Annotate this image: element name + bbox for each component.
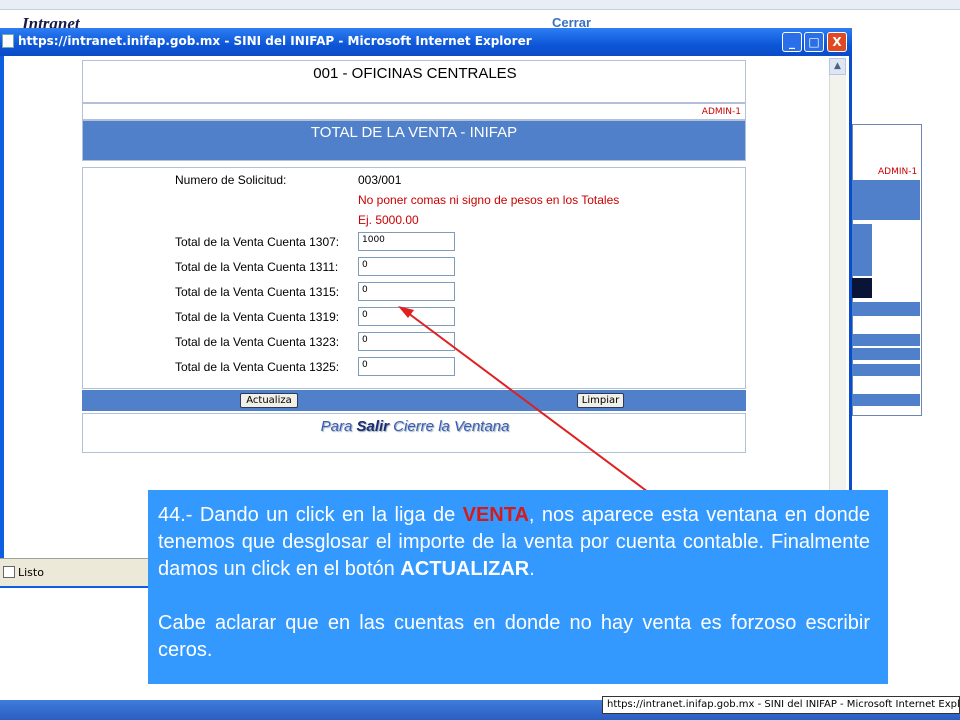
- footer-panel: Para Salir Cierre la Ventana: [82, 413, 746, 453]
- admin-label: ADMIN-1: [701, 107, 741, 117]
- cuenta-1315-label: Total de la Venta Cuenta 1315:: [175, 285, 340, 299]
- cuenta-1323-input[interactable]: 0: [358, 332, 455, 351]
- background-row: [852, 394, 920, 406]
- background-top-bar: [0, 0, 960, 10]
- cuenta-1325-input[interactable]: 0: [358, 357, 455, 376]
- status-text: Listo: [18, 566, 44, 579]
- callout-actualizar: ACTUALIZAR: [400, 558, 530, 580]
- solicitud-value: 003/001: [358, 173, 402, 187]
- solicitud-label: Numero de Solicitud:: [175, 173, 287, 187]
- callout-text-c: .: [529, 558, 535, 580]
- background-row: [852, 348, 920, 360]
- cuenta-1319-input[interactable]: 0: [358, 307, 455, 326]
- office-header: 001 - OFICINAS CENTRALES: [82, 60, 746, 103]
- background-row: [852, 334, 920, 346]
- office-title: 001 - OFICINAS CENTRALES: [313, 65, 517, 82]
- cuenta-1315-input[interactable]: 0: [358, 282, 455, 301]
- button-bar: Actualiza Limpiar: [82, 390, 746, 411]
- background-admin-label: ADMIN-1: [878, 167, 918, 177]
- footer-text-post: Cierre la Ventana: [389, 418, 510, 435]
- actualiza-button[interactable]: Actualiza: [240, 393, 298, 408]
- form-header: TOTAL DE LA VENTA - INIFAP: [82, 120, 746, 161]
- cuenta-1311-input[interactable]: 0: [358, 257, 455, 276]
- cuenta-1307-label: Total de la Venta Cuenta 1307:: [175, 235, 340, 249]
- cuenta-1323-label: Total de la Venta Cuenta 1323:: [175, 335, 340, 349]
- callout-venta: VENTA: [462, 504, 529, 526]
- background-row: [852, 302, 920, 316]
- background-side-block: [852, 224, 872, 276]
- window-title: https://intranet.inifap.gob.mx - SINI de…: [18, 34, 532, 48]
- cuenta-1307-input[interactable]: 1000: [358, 232, 455, 251]
- taskbar-window-button[interactable]: https://intranet.inifap.gob.mx - SINI de…: [602, 696, 960, 714]
- callout-paragraph-2: Cabe aclarar que en las cuentas en donde…: [158, 612, 870, 661]
- warning-text: No poner comas ni signo de pesos en los …: [358, 193, 620, 207]
- annotation-callout: 44.- Dando un click en la liga de VENTA,…: [148, 490, 888, 684]
- cuenta-1325-label: Total de la Venta Cuenta 1325:: [175, 360, 340, 374]
- ie-icon: [2, 34, 14, 48]
- footer-salir: Salir: [356, 418, 390, 435]
- callout-paragraph-1: 44.- Dando un click en la liga de VENTA,…: [158, 502, 870, 583]
- limpiar-button[interactable]: Limpiar: [577, 393, 624, 408]
- minimize-button[interactable]: _: [782, 32, 802, 52]
- form-title: TOTAL DE LA VENTA - INIFAP: [310, 124, 518, 141]
- vertical-scrollbar[interactable]: [829, 58, 846, 558]
- close-button[interactable]: X: [827, 32, 847, 52]
- cuenta-1319-label: Total de la Venta Cuenta 1319:: [175, 310, 340, 324]
- maximize-button[interactable]: □: [804, 32, 824, 52]
- footer-message: Para Salir Cierre la Ventana: [83, 418, 747, 435]
- admin-bar: ADMIN-1: [82, 103, 746, 120]
- page-icon: [3, 566, 15, 578]
- cuenta-1311-label: Total de la Venta Cuenta 1311:: [175, 260, 339, 274]
- callout-text-a: 44.- Dando un click en la liga de: [158, 504, 463, 526]
- scroll-up-icon[interactable]: ▲: [829, 58, 846, 75]
- background-dark-block: [852, 278, 872, 298]
- warning-example: Ej. 5000.00: [358, 213, 419, 227]
- footer-text-pre: Para: [320, 418, 357, 435]
- window-titlebar[interactable]: https://intranet.inifap.gob.mx - SINI de…: [0, 28, 852, 56]
- background-row: [852, 364, 920, 376]
- background-header-row: [852, 180, 920, 220]
